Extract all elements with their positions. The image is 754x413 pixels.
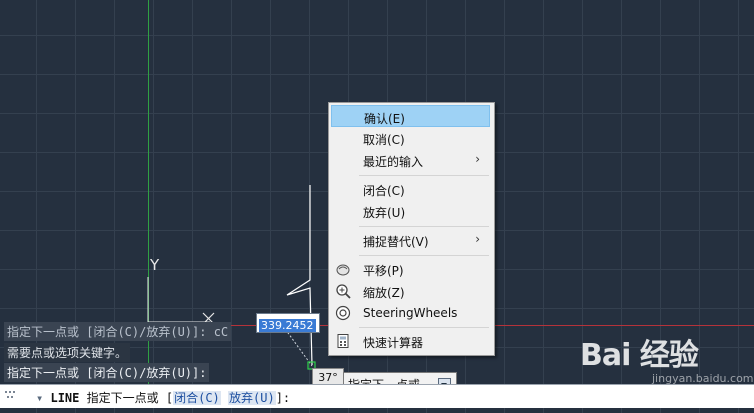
calculator-icon — [337, 334, 349, 348]
menu-item-undo[interactable]: 放弃(U) — [331, 200, 490, 222]
menu-item-label: 捕捉替代(V) — [363, 235, 429, 249]
menu-item-close[interactable]: 闭合(C) — [331, 178, 490, 200]
menu-separator — [359, 327, 489, 328]
option-undo-u[interactable]: 放弃(U) — [228, 391, 276, 405]
menu-item-steeringwheels[interactable]: SteeringWheels — [331, 302, 490, 324]
command-history-line: 需要点或选项关键字。 — [4, 343, 131, 362]
menu-item-label: 确认(E) — [364, 112, 405, 126]
menu-separator — [359, 255, 489, 256]
submenu-arrow-icon: › — [475, 152, 480, 166]
watermark-url: jingyan.baidu.com — [652, 372, 754, 385]
command-line-grip-icon[interactable] — [5, 391, 19, 401]
menu-item-confirm[interactable]: 确认(E) — [331, 105, 490, 127]
menu-item-label: 最近的输入 — [363, 155, 424, 169]
command-close: ]: — [275, 391, 291, 405]
command-history-line: 指定下一点或 [闭合(C)/放弃(U)]: — [4, 363, 210, 382]
menu-item-label: 快速计算器 — [363, 336, 424, 350]
menu-separator — [359, 175, 489, 176]
menu-separator — [359, 226, 489, 227]
ucs-y-label: Y — [149, 256, 160, 274]
command-prompt: 指定下一点或 — [86, 391, 159, 405]
menu-item-label: 闭合(C) — [363, 184, 405, 198]
ucs-icon — [147, 277, 210, 323]
command-line-text: ▾ LINE 指定下一点或 [闭合(C) 放弃(U)]: — [36, 389, 290, 406]
command-line-chevron-icon: ▾ — [36, 391, 44, 405]
menu-item-label: 缩放(Z) — [363, 286, 405, 300]
menu-item-snap-overrides[interactable]: 捕捉替代(V) › — [331, 229, 490, 251]
command-line[interactable]: ▾ LINE 指定下一点或 [闭合(C) 放弃(U)]: — [0, 384, 754, 408]
submenu-arrow-icon: › — [475, 232, 480, 246]
menu-item-label: 放弃(U) — [363, 206, 406, 220]
zoom-magnifier-icon — [336, 284, 351, 299]
command-name: LINE — [50, 391, 80, 405]
menu-item-cancel[interactable]: 取消(C) — [331, 127, 490, 149]
command-bracket: [ — [165, 391, 174, 405]
menu-item-recent-input[interactable]: 最近的输入 › — [331, 149, 490, 171]
menu-item-pan[interactable]: 平移(P) — [331, 258, 490, 280]
command-history-line: 指定下一点或 [闭合(C)/放弃(U)]: cC — [4, 322, 232, 341]
pan-hand-icon — [336, 264, 350, 276]
context-menu: 确认(E) 取消(C) 最近的输入 › 闭合(C) 放弃(U) 捕捉替代(V) … — [328, 102, 495, 356]
menu-item-label: SteeringWheels — [363, 306, 458, 320]
dynamic-length-value[interactable]: 339.2452 — [259, 319, 316, 332]
steering-wheel-icon — [335, 305, 351, 321]
drawn-line-segments — [286, 185, 313, 366]
option-close-c[interactable]: 闭合(C) — [173, 391, 221, 405]
menu-item-quickcalc[interactable]: 快速计算器 — [331, 330, 490, 352]
menu-item-label: 取消(C) — [363, 133, 405, 147]
menu-item-label: 平移(P) — [363, 264, 404, 278]
menu-item-zoom[interactable]: 缩放(Z) — [331, 280, 490, 302]
dynamic-length-input[interactable]: 339.2452 — [256, 313, 320, 333]
watermark-brand: Bai 经验 — [580, 338, 699, 373]
